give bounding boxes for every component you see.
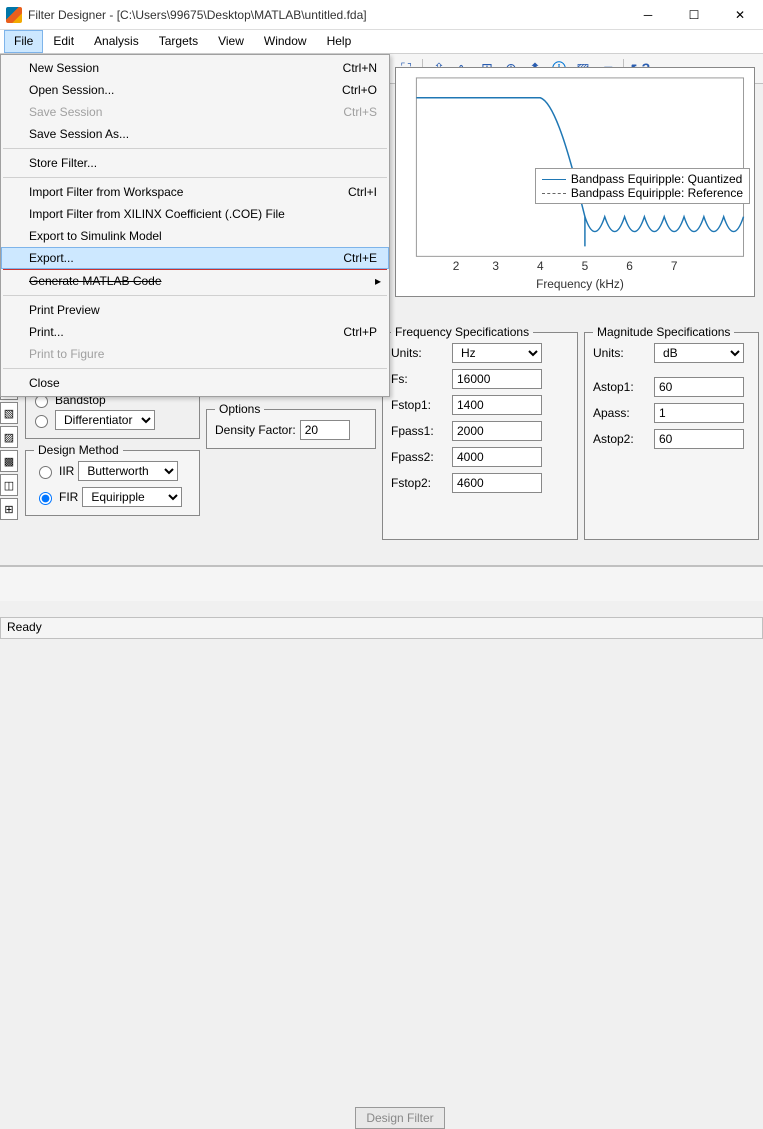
menu-edit[interactable]: Edit [43,30,84,53]
input-fstop1[interactable] [452,395,542,415]
menu-import-coe[interactable]: Import Filter from XILINX Coefficient (.… [1,203,389,225]
select-mag-units[interactable]: dB [654,343,744,363]
menu-window[interactable]: Window [254,30,317,53]
svg-text:6: 6 [626,259,633,273]
input-apass[interactable] [654,403,744,423]
menu-analysis[interactable]: Analysis [84,30,149,53]
status-bar: Ready [0,617,763,639]
menu-help[interactable]: Help [317,30,362,53]
select-freq-units[interactable]: Hz [452,343,542,363]
close-window-button[interactable]: ✕ [717,0,763,30]
dock-btn-8[interactable]: ⊞ [0,498,18,520]
menu-bar: File Edit Analysis Targets View Window H… [0,30,763,54]
select-diff[interactable]: Differentiator [55,410,155,430]
menu-print-figure: Print to Figure [1,343,389,365]
window-title: Filter Designer - [C:\Users\99675\Deskto… [28,8,625,22]
menu-import-workspace[interactable]: Import Filter from WorkspaceCtrl+I [1,181,389,203]
options-group: Options Density Factor: [206,402,376,449]
menu-store-filter[interactable]: Store Filter... [1,152,389,174]
input-fpass1[interactable] [452,421,542,441]
menu-save-session: Save SessionCtrl+S [1,101,389,123]
input-astop2[interactable] [654,429,744,449]
menu-print-preview[interactable]: Print Preview [1,299,389,321]
design-filter-button[interactable]: Design Filter [355,1107,445,1129]
menu-generate-matlab[interactable]: Generate MATLAB Code▸ [1,270,389,292]
svg-text:4: 4 [537,259,544,273]
menu-view[interactable]: View [208,30,254,53]
menu-close[interactable]: Close [1,372,389,394]
menu-print[interactable]: Print...Ctrl+P [1,321,389,343]
minimize-button[interactable]: ─ [625,0,671,30]
title-bar: Filter Designer - [C:\Users\99675\Deskto… [0,0,763,30]
radio-diff[interactable] [35,415,48,428]
dock-btn-7[interactable]: ◫ [0,474,18,496]
input-density[interactable] [300,420,350,440]
dock-btn-4[interactable]: ▧ [0,402,18,424]
menu-export-simulink[interactable]: Export to Simulink Model [1,225,389,247]
menu-new-session[interactable]: New SessionCtrl+N [1,57,389,79]
radio-fir[interactable] [39,492,52,505]
input-astop1[interactable] [654,377,744,397]
freq-specs-group: Frequency Specifications Units:Hz Fs: Fs… [382,325,578,540]
dock-btn-6[interactable]: ▩ [0,450,18,472]
select-iir[interactable]: Butterworth [78,461,178,481]
x-axis-label: Frequency (kHz) [536,277,624,291]
menu-open-session[interactable]: Open Session...Ctrl+O [1,79,389,101]
menu-targets[interactable]: Targets [149,30,208,53]
radio-iir[interactable] [39,466,52,479]
input-fs[interactable] [452,369,542,389]
menu-export[interactable]: Export...Ctrl+E [1,247,389,269]
input-fstop2[interactable] [452,473,542,493]
svg-text:7: 7 [671,259,678,273]
input-fpass2[interactable] [452,447,542,467]
file-menu-dropdown: New SessionCtrl+N Open Session...Ctrl+O … [0,54,390,397]
svg-text:2: 2 [453,259,460,273]
design-method-group: Design Method IIRButterworth FIREquiripp… [25,443,200,516]
matlab-logo-icon [6,7,22,23]
plot-legend: Bandpass Equiripple: Quantized Bandpass … [535,168,750,204]
maximize-button[interactable]: ☐ [671,0,717,30]
select-fir[interactable]: Equiripple [82,487,182,507]
magnitude-response-plot: 2 3 4 5 6 7 Frequency (kHz) Bandpass Equirip… [395,67,755,297]
dock-btn-5[interactable]: ▨ [0,426,18,448]
mag-specs-group: Magnitude Specifications Units:dB Astop1… [584,325,759,540]
svg-text:5: 5 [582,259,589,273]
svg-text:3: 3 [492,259,499,273]
chevron-right-icon: ▸ [375,274,381,288]
menu-file[interactable]: File [4,30,43,53]
menu-save-session-as[interactable]: Save Session As... [1,123,389,145]
